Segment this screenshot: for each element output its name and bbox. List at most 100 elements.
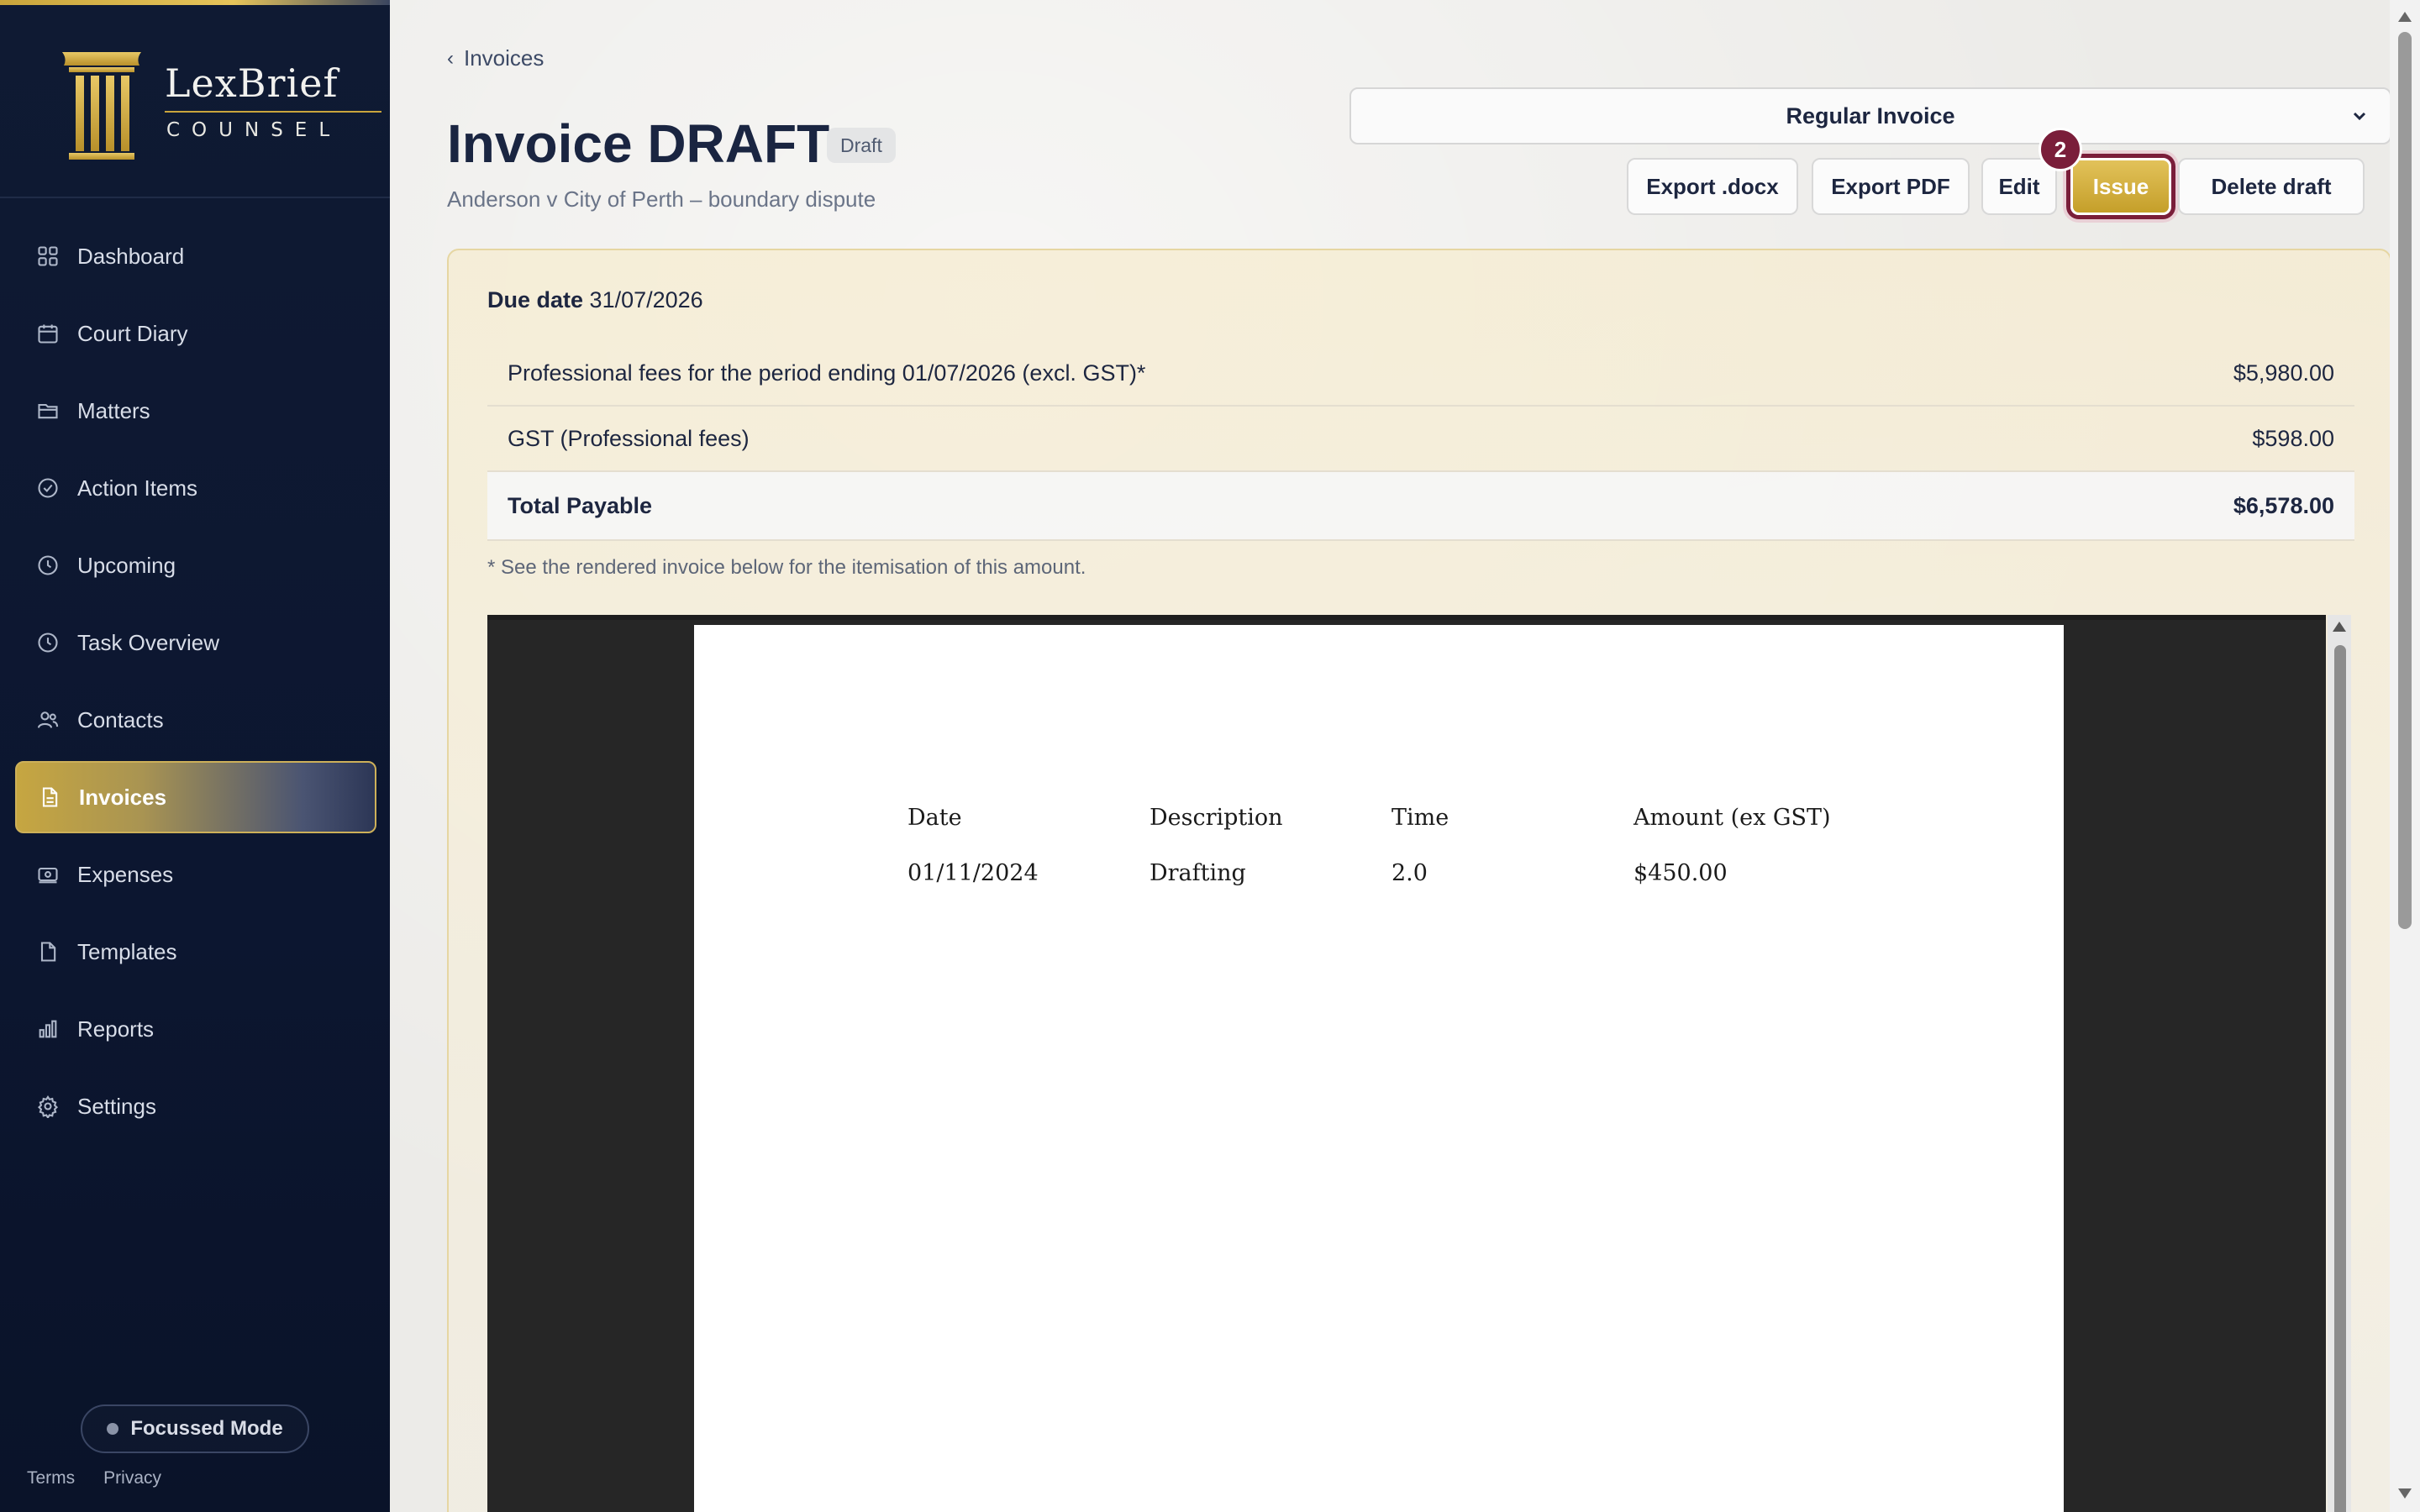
status-dot-icon xyxy=(107,1423,119,1435)
sidebar-item-label: Contacts xyxy=(77,706,164,732)
line-amount: $598.00 xyxy=(2252,425,2334,451)
table-header-row: Date Description Time Amount (ex GST) xyxy=(908,790,1886,845)
preview-scrollbar[interactable] xyxy=(2328,615,2351,1512)
line-label: GST (Professional fees) xyxy=(508,425,750,451)
cell-time: 2.0 xyxy=(1392,859,1428,886)
scroll-up-arrow-icon[interactable] xyxy=(2333,622,2346,632)
privacy-link[interactable]: Privacy xyxy=(103,1468,161,1488)
file-icon xyxy=(35,939,60,964)
focussed-mode-label: Focussed Mode xyxy=(130,1417,283,1440)
line-amount: $5,980.00 xyxy=(2233,360,2334,386)
sidebar-item-expenses[interactable]: Expenses xyxy=(15,838,376,911)
summary-lines: Professional fees for the period ending … xyxy=(487,341,2354,541)
sidebar-item-dashboard[interactable]: Dashboard xyxy=(15,220,376,292)
sidebar-accent-bar xyxy=(0,0,390,5)
window-scroll-thumb[interactable] xyxy=(2398,32,2412,929)
sidebar-item-reports[interactable]: Reports xyxy=(15,993,376,1065)
sidebar-item-contacts[interactable]: Contacts xyxy=(15,684,376,756)
cash-icon xyxy=(35,862,60,887)
issue-button[interactable]: Issue xyxy=(2070,158,2171,215)
total-label: Total Payable xyxy=(508,492,653,518)
gear-icon xyxy=(35,1094,60,1119)
due-date-label: Due date xyxy=(487,287,584,312)
sidebar-item-label: Upcoming xyxy=(77,552,176,578)
users-icon xyxy=(35,707,60,732)
column-header-amount: Amount (ex GST) xyxy=(1634,804,1831,831)
sidebar-item-label: Court Diary xyxy=(77,320,188,346)
status-badge: Draft xyxy=(827,128,896,163)
sidebar-item-court-diary[interactable]: Court Diary xyxy=(15,297,376,370)
sidebar-nav: Dashboard Court Diary Matters Action Ite… xyxy=(15,220,376,1147)
summary-line-gst: GST (Professional fees) $598.00 xyxy=(487,407,2354,472)
brand-logo[interactable]: LexBrief COUNSEL xyxy=(55,40,381,166)
window-scrollbar[interactable] xyxy=(2390,0,2420,1512)
sidebar-footer: Terms Privacy xyxy=(27,1468,161,1488)
focussed-mode-toggle[interactable]: Focussed Mode xyxy=(81,1404,309,1453)
scroll-up-arrow-icon[interactable] xyxy=(2398,12,2412,22)
main-content: ‹ Invoices Invoice DRAFT Draft Anderson … xyxy=(390,0,2391,1512)
itemisation-table: Date Description Time Amount (ex GST) 01… xyxy=(908,790,1886,900)
chevron-left-icon: ‹ xyxy=(447,46,454,70)
cell-description: Drafting xyxy=(1150,859,1246,886)
sidebar-item-label: Matters xyxy=(77,397,150,423)
line-label: Professional fees for the period ending … xyxy=(508,360,1146,386)
scroll-down-arrow-icon[interactable] xyxy=(2398,1488,2412,1499)
sidebar-item-upcoming[interactable]: Upcoming xyxy=(15,529,376,601)
column-header-date: Date xyxy=(908,804,962,831)
invoice-type-select[interactable]: Regular Invoice xyxy=(1349,87,2391,144)
export-pdf-button[interactable]: Export PDF xyxy=(1812,158,1970,215)
sidebar-item-templates[interactable]: Templates xyxy=(15,916,376,988)
brand-divider xyxy=(165,111,381,113)
sidebar-divider xyxy=(0,197,390,198)
sidebar: LexBrief COUNSEL Dashboard Court Diary M… xyxy=(0,0,390,1512)
sidebar-item-label: Settings xyxy=(77,1093,156,1119)
folder-icon xyxy=(35,398,60,423)
itemisation-footnote: * See the rendered invoice below for the… xyxy=(487,556,1086,579)
column-header-time: Time xyxy=(1392,804,1449,831)
cell-amount: $450.00 xyxy=(1634,859,1728,886)
due-date: Due date 31/07/2026 xyxy=(487,287,703,313)
brand-subtitle: COUNSEL xyxy=(166,119,342,141)
breadcrumb[interactable]: ‹ Invoices xyxy=(447,45,544,71)
sidebar-item-label: Invoices xyxy=(79,784,167,810)
sidebar-item-settings[interactable]: Settings xyxy=(15,1070,376,1142)
summary-line-total: Total Payable $6,578.00 xyxy=(487,472,2354,541)
sidebar-item-label: Expenses xyxy=(77,861,174,887)
sidebar-item-label: Templates xyxy=(77,938,177,964)
summary-line-fees: Professional fees for the period ending … xyxy=(487,341,2354,407)
page-title: Invoice DRAFT xyxy=(447,113,830,174)
chevron-down-icon xyxy=(2353,112,2366,121)
invoice-summary-card: Due date 31/07/2026 Professional fees fo… xyxy=(447,249,2391,1512)
total-amount: $6,578.00 xyxy=(2233,492,2334,518)
grid-icon xyxy=(35,244,60,269)
calendar-icon xyxy=(35,321,60,346)
sidebar-item-label: Task Overview xyxy=(77,629,220,655)
invoice-preview-frame[interactable]: Date Description Time Amount (ex GST) 01… xyxy=(487,615,2326,1512)
preview-scroll-thumb[interactable] xyxy=(2334,645,2346,1512)
clock-icon xyxy=(35,553,60,578)
sidebar-item-label: Dashboard xyxy=(77,243,185,269)
sidebar-item-action-items[interactable]: Action Items xyxy=(15,452,376,524)
breadcrumb-invoices-link[interactable]: Invoices xyxy=(464,45,544,71)
sidebar-item-matters[interactable]: Matters xyxy=(15,375,376,447)
delete-draft-button[interactable]: Delete draft xyxy=(2178,158,2365,215)
bar-chart-icon xyxy=(35,1016,60,1042)
edit-button[interactable]: Edit xyxy=(1981,158,2057,215)
check-circle-icon xyxy=(35,475,60,501)
export-docx-button[interactable]: Export .docx xyxy=(1627,158,1798,215)
cell-date: 01/11/2024 xyxy=(908,859,1039,886)
column-header-description: Description xyxy=(1150,804,1283,831)
matter-subtitle: Anderson v City of Perth – boundary disp… xyxy=(447,186,876,212)
invoice-preview-page: Date Description Time Amount (ex GST) 01… xyxy=(694,625,2064,1512)
sidebar-item-label: Action Items xyxy=(77,475,198,501)
pillar-logo-icon xyxy=(62,52,141,160)
sidebar-item-label: Reports xyxy=(77,1016,155,1042)
terms-link[interactable]: Terms xyxy=(27,1468,75,1488)
table-row: 01/11/2024 Drafting 2.0 $450.00 xyxy=(908,845,1886,900)
due-date-value: 31/07/2026 xyxy=(589,287,703,312)
sidebar-item-invoices[interactable]: Invoices xyxy=(15,761,376,833)
document-icon xyxy=(37,785,62,810)
brand-name: LexBrief xyxy=(165,60,339,106)
invoice-type-value: Regular Invoice xyxy=(1786,102,1955,129)
sidebar-item-task-overview[interactable]: Task Overview xyxy=(15,606,376,679)
